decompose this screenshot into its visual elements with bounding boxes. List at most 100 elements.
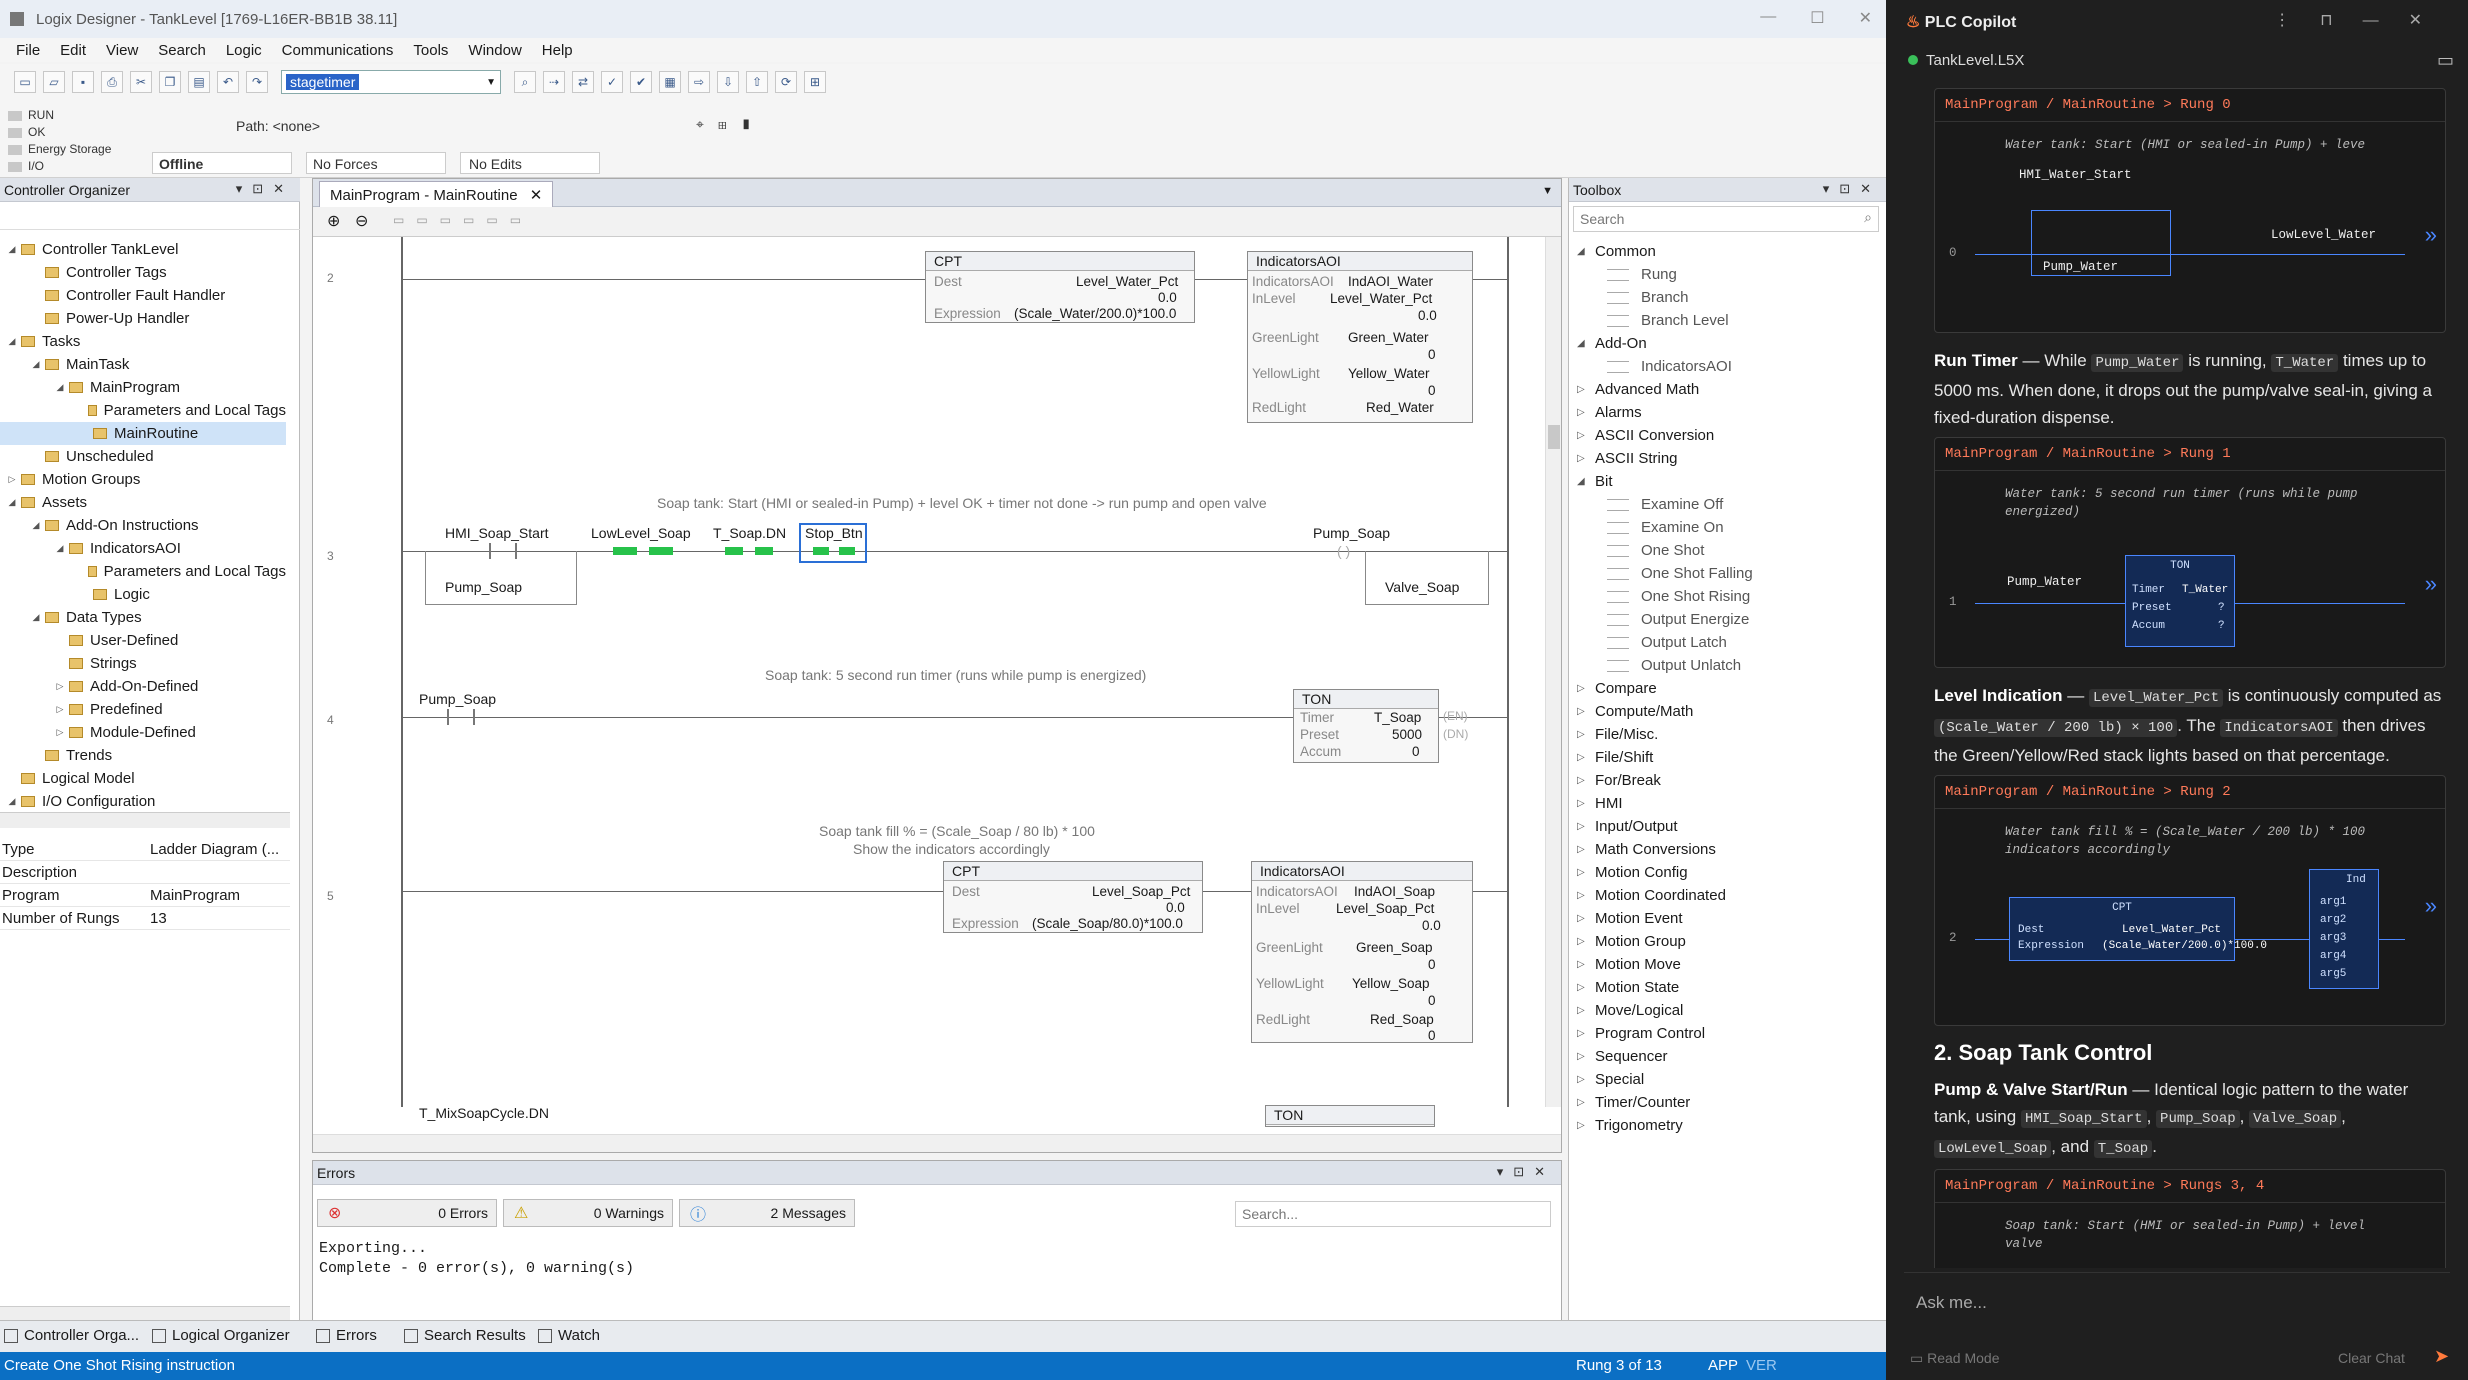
rung-card-3[interactable]: MainProgram / MainRoutine > Rungs 3, 4 S… [1934,1169,2446,1268]
toolbox-category[interactable]: ▷ Alarms [1569,401,1887,424]
panel-controls-icon[interactable]: ▾⊡✕ [1497,1164,1555,1180]
undo-icon[interactable]: ↶ [217,71,239,93]
property-value[interactable]: Ladder Diagram (... [150,841,279,858]
redo-icon[interactable]: ↷ [246,71,268,93]
network-icon[interactable]: ⊞ [804,71,826,93]
toolbox-instruction[interactable]: Branch Level [1569,309,1887,332]
new-icon[interactable]: ▭ [14,71,36,93]
tree-node[interactable]: Controller Fault Handler [0,284,286,307]
toolbox-category[interactable]: ◢ Bit [1569,470,1887,493]
read-mode-toggle[interactable]: ▭ Read Mode [1910,1350,2000,1367]
expand-icon[interactable]: ◢ [1577,476,1595,487]
expand-icon[interactable]: ▷ [1577,706,1595,717]
toolbox-instruction[interactable]: Examine Off [1569,493,1887,516]
zoom-in-icon[interactable]: ⊕ [327,211,340,231]
verify-icon[interactable]: ✓ [601,71,623,93]
toolbox-category[interactable]: ▷ File/Misc. [1569,723,1887,746]
expand-icon[interactable]: ▷ [1577,1120,1595,1131]
expand-icon[interactable]: ◢ [30,520,42,531]
toolbox-category[interactable]: ▷ Motion State [1569,976,1887,999]
toolbox-category[interactable]: ▷ Math Conversions [1569,838,1887,861]
tree-node[interactable]: Parameters and Local Tags [0,399,286,422]
toolbox-instruction[interactable]: Rung [1569,263,1887,286]
toolbox-instruction[interactable]: Branch [1569,286,1887,309]
paste-icon[interactable]: ▤ [188,71,210,93]
expand-icon[interactable]: ▷ [1577,890,1595,901]
ton-timer-soap[interactable]: TON Timer T_Soap Preset 5000 Accum 0 [1293,689,1439,763]
toolbox-instruction[interactable]: Output Energize [1569,608,1887,631]
menu-item[interactable]: Communications [282,42,394,59]
toolbox-category[interactable]: ▷ Sequencer [1569,1045,1887,1068]
tags-icon[interactable]: ▦ [659,71,681,93]
menu-item[interactable]: Edit [60,42,86,59]
toolbox-instruction[interactable]: One Shot Falling [1569,562,1887,585]
search-combo[interactable]: stagetimer ▼ [281,70,501,94]
rung-card-2[interactable]: MainProgram / MainRoutine > Rung 2 Water… [1934,775,2446,1026]
tree-node[interactable]: Logical Model [0,767,286,790]
warnings-filter-button[interactable]: ⚠ 0 Warnings [503,1199,673,1227]
errors-filter-button[interactable]: ⊗ 0 Errors [317,1199,497,1227]
toolbox-category[interactable]: ▷ Special [1569,1068,1887,1091]
tab-watch[interactable]: Watch [538,1327,600,1344]
expand-icon[interactable]: ▷ [1577,453,1595,464]
toolbox-category[interactable]: ▷ ASCII Conversion [1569,424,1887,447]
tree-node[interactable]: Controller Tags [0,261,286,284]
toolbox-instruction[interactable]: One Shot [1569,539,1887,562]
save-icon[interactable]: ▪ [72,71,94,93]
tree-node[interactable]: ◢ Controller TankLevel [0,238,286,261]
toolbox-category[interactable]: ▷ Motion Coordinated [1569,884,1887,907]
close-icon[interactable]: ✕ [530,187,543,204]
toolbox-category[interactable]: ▷ Motion Move [1569,953,1887,976]
expand-icon[interactable]: ▷ [1577,867,1595,878]
chevron-down-icon[interactable]: ▼ [486,77,496,88]
maximize-icon[interactable]: ☐ [1810,8,1824,28]
rung-card-1[interactable]: MainProgram / MainRoutine > Rung 1 Water… [1934,437,2446,668]
toolbox-instruction[interactable]: IndicatorsAOI [1569,355,1887,378]
toolbox-search-input[interactable]: Search ⌕ [1573,206,1879,232]
toolbox-category[interactable]: ▷ HMI [1569,792,1887,815]
ladder-element-buttons[interactable]: ▭▭▭▭▭▭ [393,213,533,227]
expand-icon[interactable]: ▷ [1577,407,1595,418]
expand-icon[interactable]: ▷ [1577,913,1595,924]
property-value[interactable]: MainProgram [150,887,240,904]
zoom-out-icon[interactable]: ⊖ [355,211,368,231]
tree-node[interactable]: ◢ IndicatorsAOI [0,537,286,560]
expand-icon[interactable]: ◢ [1577,338,1595,349]
path-buttons[interactable]: ⌖⊞▮ [696,116,765,133]
editor-vscrollbar[interactable] [1545,237,1561,1107]
expand-icon[interactable]: ◢ [1577,246,1595,257]
menu-item[interactable]: View [106,42,138,59]
ton-timer-mix[interactable]: TON [1265,1105,1435,1127]
tab-main-routine[interactable]: MainProgram - MainRoutine ✕ [319,181,554,207]
tree-node[interactable]: ◢ Add-On Instructions [0,514,286,537]
cut-icon[interactable]: ✂ [130,71,152,93]
find-icon[interactable]: ⌕ [514,71,536,93]
refresh-icon[interactable]: ⟳ [775,71,797,93]
clear-chat-button[interactable]: Clear Chat [2338,1350,2405,1366]
tree-node[interactable]: ◢ MainProgram [0,376,286,399]
expand-icon[interactable]: ▷ [1577,1097,1595,1108]
tree-node[interactable]: ◢ MainTask [0,353,286,376]
expand-icon[interactable]: ▷ [1577,430,1595,441]
tree-node[interactable]: MainRoutine [0,422,286,445]
stop-btn-contact-selected[interactable]: Stop_Btn [799,523,867,563]
tree-node[interactable]: Trends [0,744,286,767]
toolbox-category[interactable]: ▷ File/Shift [1569,746,1887,769]
toolbox-category[interactable]: ◢ Add-On [1569,332,1887,355]
toolbox-category[interactable]: ▷ Input/Output [1569,815,1887,838]
tree-hscrollbar[interactable] [0,812,290,828]
copy-icon[interactable]: ❐ [159,71,181,93]
expand-icon[interactable]: ▷ [1577,1074,1595,1085]
tree-node[interactable]: ▷ Add-On-Defined [0,675,286,698]
print-icon[interactable]: ⎙ [101,71,123,93]
indicators-aoi-water[interactable]: IndicatorsAOI IndicatorsAOI IndAOI_Water… [1247,251,1473,423]
expand-icon[interactable]: ◢ [6,796,18,807]
edits-dropdown[interactable]: No Edits [460,152,600,174]
toolbox-category[interactable]: ▷ Timer/Counter [1569,1091,1887,1114]
property-value[interactable]: 13 [150,910,167,927]
expand-icon[interactable]: ▷ [1577,775,1595,786]
coil-icon[interactable]: ( ) [1337,543,1350,559]
menu-item[interactable]: Logic [226,42,262,59]
contact-pump-soap[interactable] [447,709,475,725]
toolbox-category[interactable]: ▷ Compute/Math [1569,700,1887,723]
